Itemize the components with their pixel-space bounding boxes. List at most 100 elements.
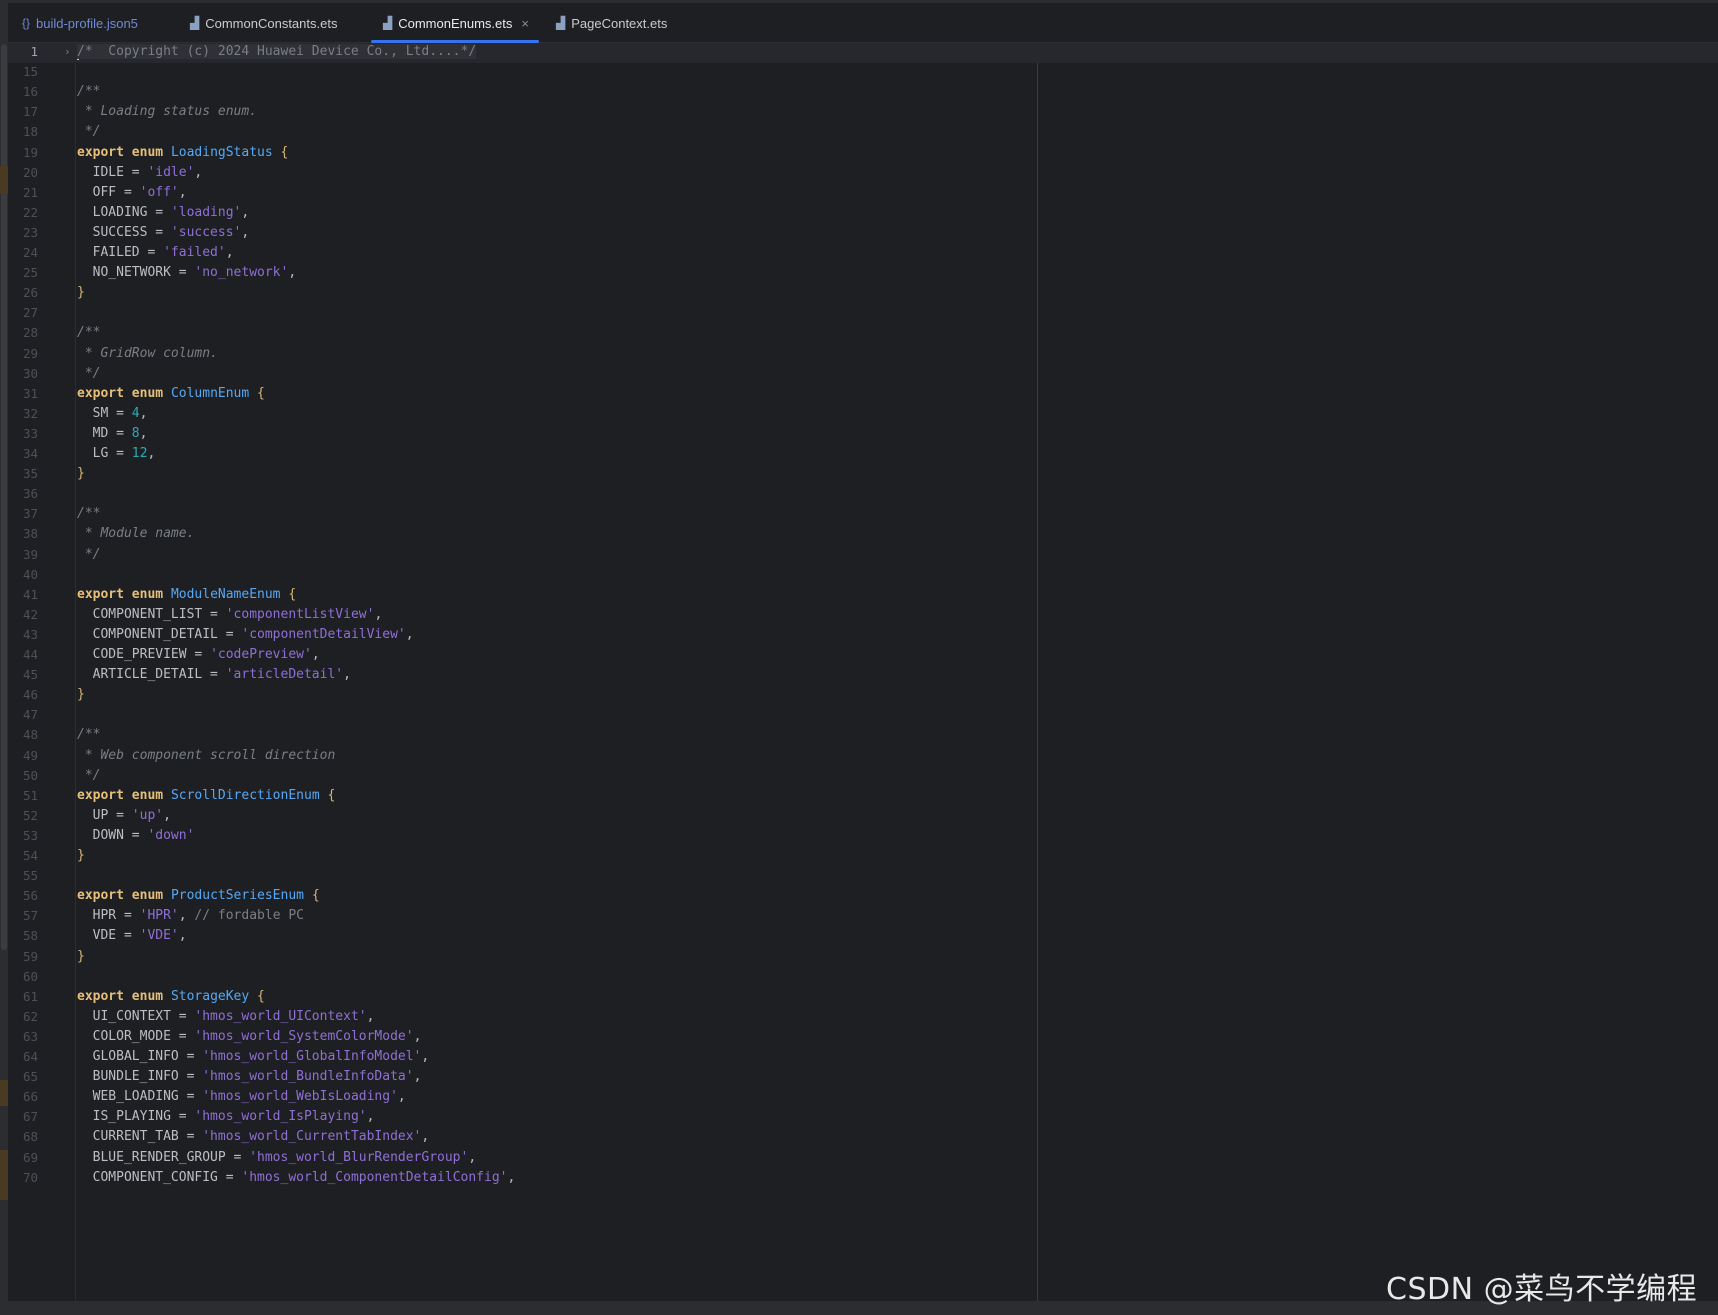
code-line[interactable]: 69 BLUE_RENDER_GROUP = 'hmos_world_BlurR… (8, 1147, 1718, 1169)
code-line[interactable]: 32 SM = 4, (8, 403, 1718, 425)
code-line[interactable]: 63 COLOR_MODE = 'hmos_world_SystemColorM… (8, 1026, 1718, 1048)
identifier: SUCCESS = (77, 224, 171, 240)
code-line[interactable]: 49 * Web component scroll direction (8, 745, 1718, 767)
code-line[interactable]: 31 export enum ColumnEnum { (8, 383, 1718, 405)
line-number: 24 (22, 245, 38, 260)
line-number: 67 (22, 1109, 38, 1125)
code-line[interactable]: 40 (8, 564, 1718, 586)
code-line[interactable]: 53 DOWN = 'down' (8, 825, 1718, 847)
code-line[interactable]: 56 export enum ProductSeriesEnum { (8, 885, 1718, 907)
string-literal: 'loading' (170, 204, 242, 220)
code-text: /* Copyright (c) 2024 Huawei Device Co.,… (77, 43, 477, 63)
code-line[interactable]: 52 UP = 'up', (8, 805, 1718, 827)
punctuation: , (405, 626, 414, 642)
code-line[interactable]: 18 */ (8, 121, 1718, 143)
line-number: 62 (22, 1008, 38, 1024)
code-line[interactable]: 37 /** (8, 503, 1718, 525)
fold-chevron-icon[interactable]: › (64, 43, 71, 63)
comment: /** (77, 506, 101, 522)
change-marker (0, 166, 8, 194)
punctuation: , (507, 1169, 516, 1185)
code-line[interactable]: 50 */ (8, 765, 1718, 787)
code-line[interactable]: 44 CODE_PREVIEW = 'codePreview', (8, 644, 1718, 666)
code-line[interactable]: 20 IDLE = 'idle', (8, 162, 1718, 184)
code-line[interactable]: 39 */ (8, 544, 1718, 566)
close-icon[interactable]: × (521, 16, 529, 31)
code-line[interactable]: 24 FAILED = 'failed', (8, 242, 1718, 264)
code-line[interactable]: 67 IS_PLAYING = 'hmos_world_IsPlaying', (8, 1106, 1718, 1128)
line-number: 29 (22, 345, 38, 361)
code-line[interactable]: 62 UI_CONTEXT = 'hmos_world_UIContext', (8, 1006, 1718, 1028)
punctuation: , (468, 1149, 477, 1165)
identifier (163, 788, 171, 803)
code-line[interactable]: 17 * Loading status enum. (8, 101, 1718, 123)
line-number: 28 (22, 325, 38, 341)
code-line[interactable]: 57 HPR = 'HPR', // fordable PC (8, 905, 1718, 927)
string-literal: 'hmos_world_WebIsLoading' (202, 1089, 398, 1105)
code-text: } (77, 463, 85, 485)
code-line[interactable]: 27 (8, 302, 1718, 324)
code-line[interactable]: 66 WEB_LOADING = 'hmos_world_WebIsLoadin… (8, 1086, 1718, 1108)
identifier (273, 145, 281, 160)
code-line[interactable]: 38 * Module name. (8, 523, 1718, 545)
code-editor[interactable]: 1 › /* Copyright (c) 2024 Huawei Device Co… (8, 43, 1718, 1301)
code-line[interactable]: 23 SUCCESS = 'success', (8, 222, 1718, 244)
code-line[interactable]: 15 (8, 61, 1718, 83)
code-line[interactable]: 43 COMPONENT_DETAIL = 'componentDetailVi… (8, 624, 1718, 646)
code-line[interactable]: 45 ARTICLE_DETAIL = 'articleDetail', (8, 664, 1718, 686)
code-line[interactable]: 60 (8, 966, 1718, 988)
code-line[interactable]: 48 /** (8, 724, 1718, 746)
code-line[interactable]: 19 export enum LoadingStatus { (8, 142, 1718, 164)
line-number: 51 (22, 787, 38, 803)
code-line[interactable]: 58 VDE = 'VDE', (8, 925, 1718, 947)
code-line[interactable]: 65 BUNDLE_INFO = 'hmos_world_BundleInfoD… (8, 1066, 1718, 1088)
code-line[interactable]: 64 GLOBAL_INFO = 'hmos_world_GlobalInfoM… (8, 1046, 1718, 1068)
tab-page-context[interactable]: ▟ PageContext.ets (556, 3, 667, 43)
punctuation: , (139, 405, 148, 421)
code-line[interactable]: 30 */ (8, 363, 1718, 385)
code-line[interactable]: 46} (8, 684, 1718, 706)
ets-file-icon: ▟ (556, 16, 566, 30)
punctuation: , (311, 647, 320, 662)
code-line[interactable]: 61 export enum StorageKey { (8, 986, 1718, 1008)
code-line[interactable]: 22 LOADING = 'loading', (8, 202, 1718, 224)
code-line[interactable]: 21 OFF = 'off', (8, 182, 1718, 204)
type-name: StorageKey (170, 988, 250, 1004)
code-line[interactable]: 16 /** (8, 81, 1718, 103)
tab-common-enums[interactable]: ▟ CommonEnums.ets × (371, 3, 539, 43)
code-line[interactable]: 25 NO_NETWORK = 'no_network', (8, 262, 1718, 284)
code-text: export enum LoadingStatus { (77, 142, 288, 164)
tab-build-profile[interactable]: {} build-profile.json5 (22, 3, 138, 43)
code-line[interactable]: 42 COMPONENT_LIST = 'componentListView', (8, 604, 1718, 626)
code-line[interactable]: 41 export enum ModuleNameEnum { (8, 584, 1718, 606)
code-line[interactable]: 33 MD = 8, (8, 423, 1718, 445)
code-line[interactable]: 35} (8, 463, 1718, 485)
folded-region[interactable]: /* Copyright (c) 2024 Huawei Device Co.,… (77, 44, 477, 59)
code-line[interactable]: 29 * GridRow column. (8, 343, 1718, 365)
punctuation: , (178, 908, 195, 924)
comment: */ (77, 365, 101, 381)
code-line[interactable]: 34 LG = 12, (8, 443, 1718, 465)
keyword: enum (131, 586, 164, 602)
code-line[interactable]: 28 /** (8, 322, 1718, 344)
brace: { (280, 144, 289, 160)
comment: /** (77, 727, 101, 743)
type-name: ProductSeriesEnum (170, 888, 304, 904)
code-text: WEB_LOADING = 'hmos_world_WebIsLoading', (77, 1086, 406, 1108)
code-line[interactable]: 68 CURRENT_TAB = 'hmos_world_CurrentTabI… (8, 1126, 1718, 1148)
string-literal: 'hmos_world_ComponentDetailConfig' (241, 1169, 508, 1185)
code-line[interactable]: 26} (8, 282, 1718, 304)
code-line[interactable]: 36 (8, 483, 1718, 505)
tab-common-constants[interactable]: ▟ CommonConstants.ets (190, 3, 337, 43)
code-line[interactable]: 51 export enum ScrollDirectionEnum { (8, 785, 1718, 807)
code-line[interactable]: 54} (8, 845, 1718, 867)
line-number: 1 (30, 44, 38, 59)
code-line[interactable]: 1 › /* Copyright (c) 2024 Huawei Device Co… (8, 43, 1718, 63)
code-line[interactable]: 55 (8, 865, 1718, 887)
line-number: 65 (22, 1069, 38, 1085)
code-line[interactable]: 59} (8, 946, 1718, 968)
string-literal: 'hmos_world_IsPlaying' (194, 1109, 367, 1125)
code-line[interactable]: 47 (8, 704, 1718, 726)
punctuation: , (374, 606, 383, 622)
code-line[interactable]: 70 COMPONENT_CONFIG = 'hmos_world_Compon… (8, 1167, 1718, 1189)
